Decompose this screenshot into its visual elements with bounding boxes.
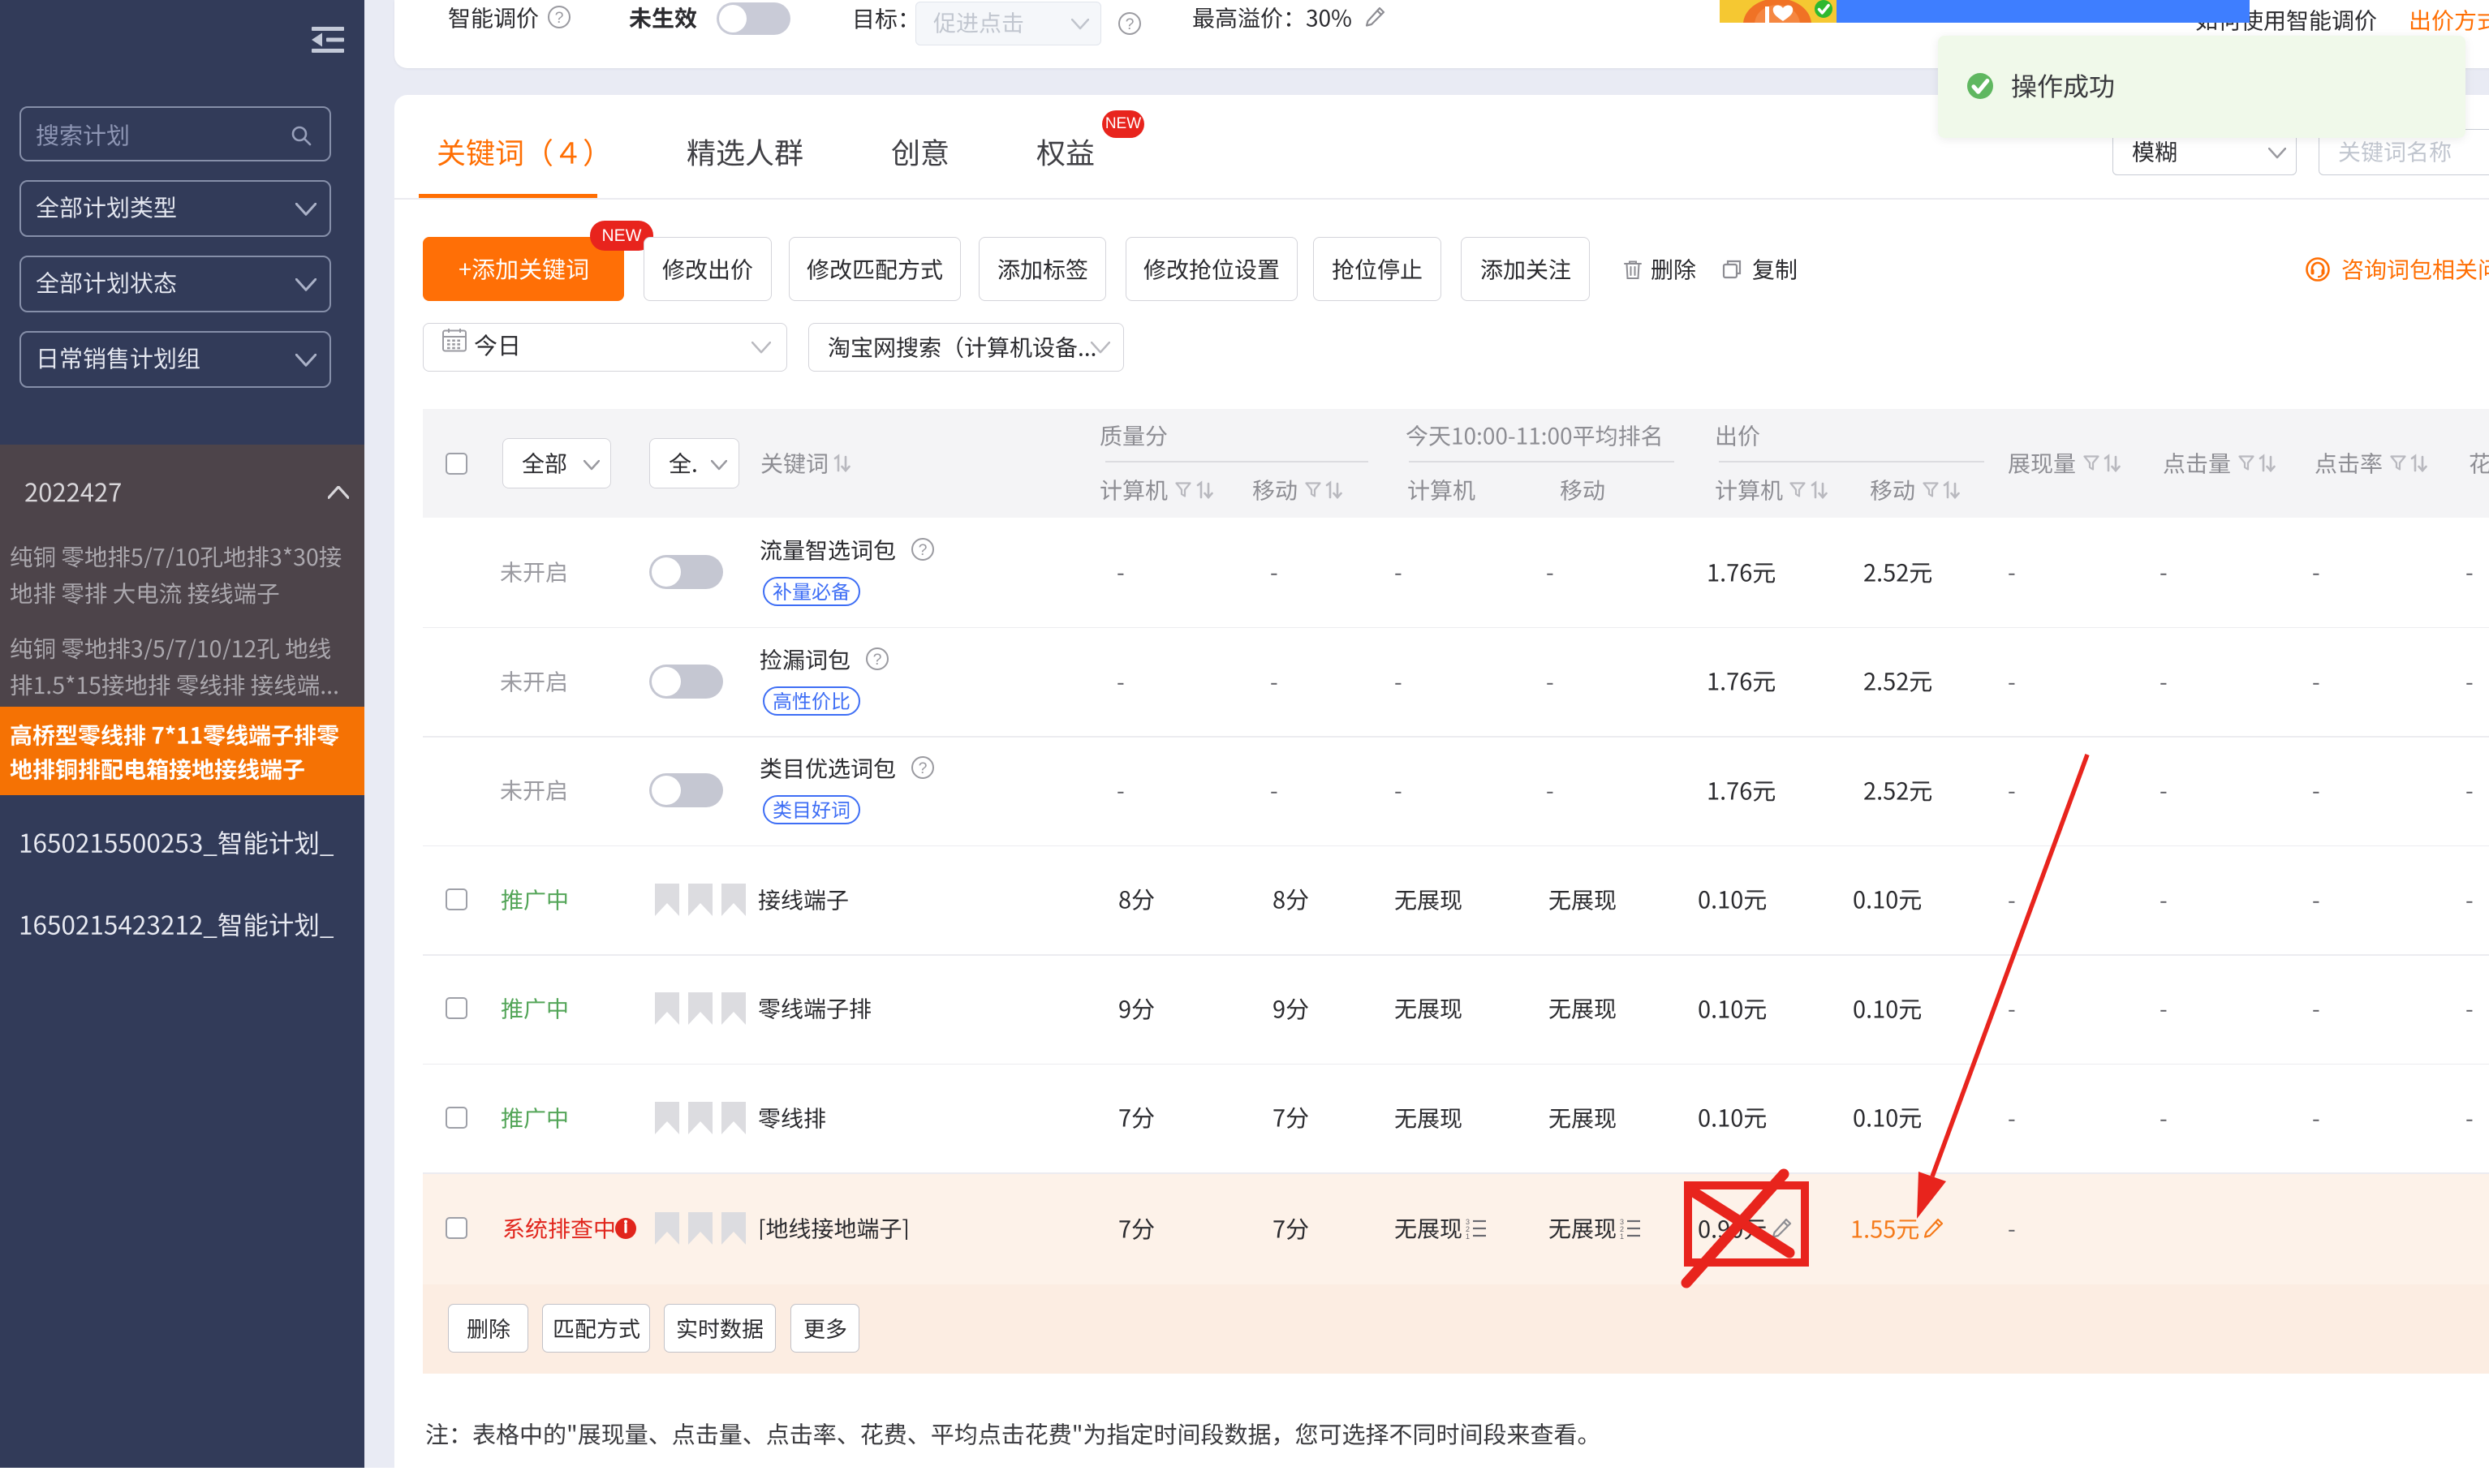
svg-text:1: 1 [1620,1232,1624,1240]
svg-text:?: ? [919,759,928,777]
svg-text:?: ? [873,651,882,669]
svg-text:?: ? [1126,15,1135,33]
svg-text:?: ? [555,9,564,27]
svg-text:1: 1 [1466,1232,1470,1240]
svg-text:?: ? [919,541,928,559]
